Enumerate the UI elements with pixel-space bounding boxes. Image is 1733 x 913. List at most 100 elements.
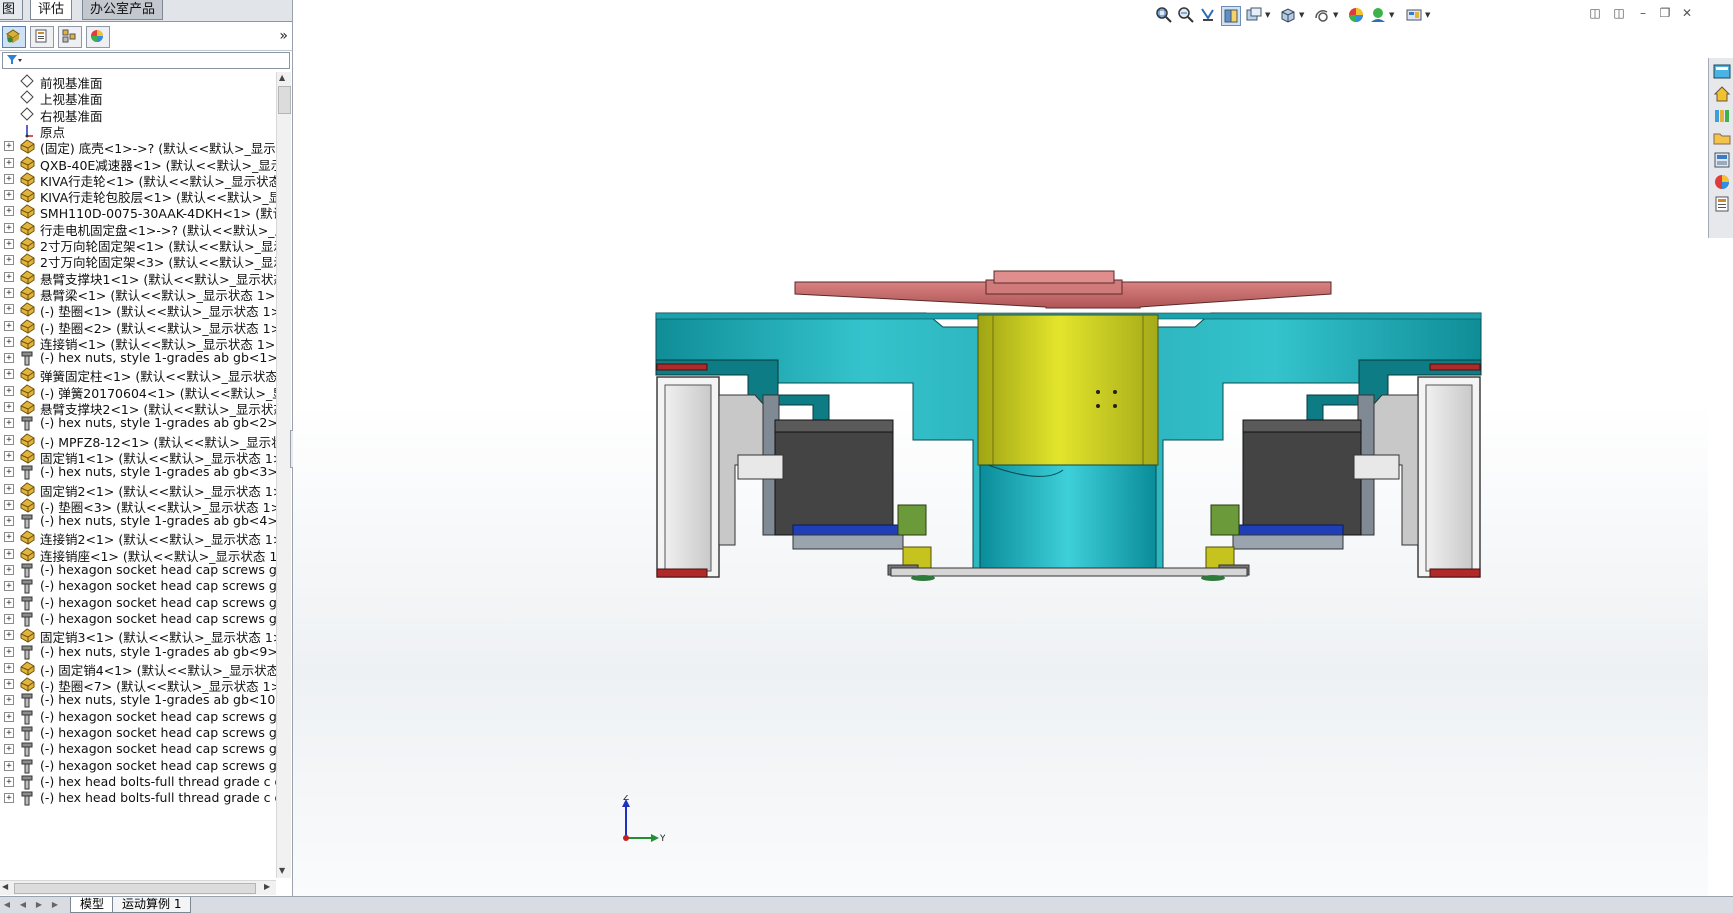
tree-item[interactable]: + 固定销3<1> (默认<<默认>_显示状态 1>) [0,626,276,645]
dropdown-arrow-icon[interactable]: ▼ [1389,11,1394,19]
hscrollbar-thumb[interactable] [14,883,256,894]
tree-item[interactable]: + KIVA行走轮<1> (默认<<默认>_显示状态 1 [0,170,276,189]
tree-item[interactable]: + 悬臂支撑块2<1> (默认<<默认>_显示状态 1 [0,398,276,417]
display-manager-tab[interactable] [86,26,110,48]
tab-motion-study-1[interactable]: 运动算例 1 [112,897,192,913]
expand-toggle-icon[interactable]: + [4,744,14,755]
expand-toggle-icon[interactable]: + [4,776,14,787]
section-view-icon[interactable] [1221,6,1241,26]
expand-toggle-icon[interactable]: + [4,532,14,543]
expand-toggle-icon[interactable]: + [4,320,14,331]
expand-toggle-icon[interactable]: + [4,336,14,347]
home-icon[interactable] [1712,84,1732,104]
scroll-left-icon[interactable]: ◀ [2,882,8,891]
command-tab-office-products[interactable]: 办公室产品 [82,0,164,20]
tree-item[interactable]: + 弹簧固定柱<1> (默认<<默认>_显示状态 1: [0,365,276,384]
tree-item[interactable]: + (-) hex nuts, style 1-grades ab gb<1> (… [0,349,276,367]
zoom-to-fit-icon[interactable] [1155,6,1173,24]
tree-item[interactable]: + (-) hexagon socket head cap screws gb< [0,610,276,628]
expand-toggle-icon[interactable]: + [4,239,14,249]
expand-toggle-icon[interactable]: + [4,418,14,429]
expand-toggle-icon[interactable]: + [4,711,14,722]
expand-toggle-icon[interactable]: + [4,206,14,217]
tree-item[interactable]: 右视基准面 [0,105,276,124]
close-icon[interactable]: ✕ [1680,6,1694,20]
expand-toggle-icon[interactable]: + [4,597,14,608]
scroll-up-icon[interactable]: ▲ [279,73,285,82]
scroll-down-icon[interactable]: ▼ [279,866,285,875]
expand-toggle-icon[interactable]: + [4,255,14,266]
tree-item[interactable]: + (-) hexagon socket head cap screws gb< [0,577,276,595]
tree-item[interactable]: + 悬臂梁<1> (默认<<默认>_显示状态 1>) [0,284,276,303]
tree-item[interactable]: + (-) 垫圈<3> (默认<<默认>_显示状态 1>) [0,496,276,515]
tree-item[interactable]: + 固定销2<1> (默认<<默认>_显示状态 1>) [0,480,276,499]
tree-item[interactable]: + (-) hex nuts, style 1-grades ab gb<4> (… [0,512,276,530]
file-explorer-icon[interactable] [1712,128,1732,148]
zoom-to-area-icon[interactable] [1177,6,1195,24]
expand-toggle-icon[interactable]: + [4,793,14,804]
configuration-manager-tab[interactable] [58,26,82,48]
tile-left-icon[interactable]: ◫ [1588,6,1602,20]
property-manager-tab[interactable] [30,26,54,48]
expand-toggle-icon[interactable]: + [4,613,14,624]
previous-tab-icon[interactable]: ◀ [18,899,28,910]
tree-item[interactable]: + (-) hex nuts, style 1-grades ab gb<9> (… [0,643,276,661]
expand-toggle-icon[interactable]: + [4,630,14,641]
tree-item[interactable]: + (-) 垫圈<7> (默认<<默认>_显示状态 1>) [0,675,276,694]
restore-icon[interactable]: ❐ [1658,6,1672,20]
assembly-section-view[interactable] [643,265,1543,625]
custom-properties-icon[interactable] [1712,194,1732,214]
expand-toggle-icon[interactable]: + [4,516,14,527]
tree-item[interactable]: + (-) hexagon socket head cap screws gb< [0,708,276,726]
appearances-scenes-icon[interactable] [1712,172,1732,192]
command-tab-evaluate[interactable]: 评估 [30,0,73,20]
tree-item[interactable]: + (-) 固定销4<1> (默认<<默认>_显示状态 1: [0,659,276,678]
first-tab-icon[interactable]: ◀ [2,899,12,910]
tree-item[interactable]: + (-) hex head bolts-full thread grade c … [0,773,276,791]
feature-manager-tab[interactable] [2,26,26,48]
tree-item[interactable]: + (-) hex nuts, style 1-grades ab gb<10> … [0,691,276,709]
solidworks-resources-icon[interactable] [1712,62,1732,82]
expand-toggle-icon[interactable]: + [4,695,14,706]
tree-item[interactable]: + (-) hexagon socket head cap screws gb< [0,724,276,742]
dynamic-annotation-icon[interactable] [1245,6,1263,24]
minimize-icon[interactable]: – [1636,6,1650,20]
tree-item[interactable]: + (-) MPFZ8-12<1> (默认<<默认>_显示状态 [0,431,276,450]
expand-toggle-icon[interactable]: + [4,760,14,771]
expand-toggle-icon[interactable]: + [4,450,14,461]
tree-item[interactable]: + (-) hex head bolts-full thread grade c … [0,789,276,807]
view-palette-icon[interactable] [1712,150,1732,170]
tree-item[interactable]: + 固定销1<1> (默认<<默认>_显示状态 1>) [0,447,276,466]
edit-appearance-icon[interactable] [1347,6,1365,24]
tree-item[interactable]: 原点 [0,121,276,140]
previous-view-icon[interactable] [1199,6,1217,24]
tree-horizontal-scrollbar[interactable]: ◀ ▶ [0,880,276,895]
tree-item[interactable]: +2寸万向轮固定架<3> (默认<<默认>_显示状 [0,251,276,270]
expand-toggle-icon[interactable]: + [4,548,14,559]
design-library-icon[interactable] [1712,106,1732,126]
tree-item[interactable]: + 行走电机固定盘<1>->? (默认<<默认>_显示 [0,219,276,238]
tree-item[interactable]: + 连接销<1> (默认<<默认>_显示状态 1>) [0,333,276,352]
expand-toggle-icon[interactable]: + [4,662,14,673]
tree-filter-bar[interactable] [2,52,290,69]
expand-toggle-icon[interactable]: + [4,467,14,478]
expand-toggle-icon[interactable]: + [4,173,14,184]
tree-item[interactable]: + (-) 弹簧20170604<1> (默认<<默认>_显示 [0,382,276,401]
tile-right-icon[interactable]: ◫ [1612,6,1626,20]
tree-item[interactable]: + 连接销座<1> (默认<<默认>_显示状态 1>) [0,545,276,564]
tree-item[interactable]: + (-) hexagon socket head cap screws gb< [0,594,276,612]
expand-toggle-icon[interactable]: + [4,728,14,738]
scrollbar-thumb[interactable] [278,86,291,114]
tree-item[interactable]: + (-) hexagon socket head cap screws gb< [0,757,276,775]
expand-toggle-icon[interactable]: + [4,222,14,233]
graphics-area[interactable]: ▼ ▼ ▼ ▼ ▼ ◫ ◫ – ❐ ✕ Z Y [293,0,1708,896]
tree-item[interactable]: + (-) hexagon socket head cap screws gb< [0,740,276,758]
view-settings-icon[interactable] [1405,6,1423,24]
expand-toggle-icon[interactable]: + [4,304,14,315]
tree-item[interactable]: + (-) hex nuts, style 1-grades ab gb<2> (… [0,414,276,432]
expand-toggle-icon[interactable]: + [4,499,14,510]
expand-toggle-icon[interactable]: + [4,385,14,396]
command-tab-drawing[interactable]: 图 [0,0,24,20]
dropdown-arrow-icon[interactable]: ▼ [1425,11,1430,19]
next-tab-icon[interactable]: ▶ [34,899,44,910]
